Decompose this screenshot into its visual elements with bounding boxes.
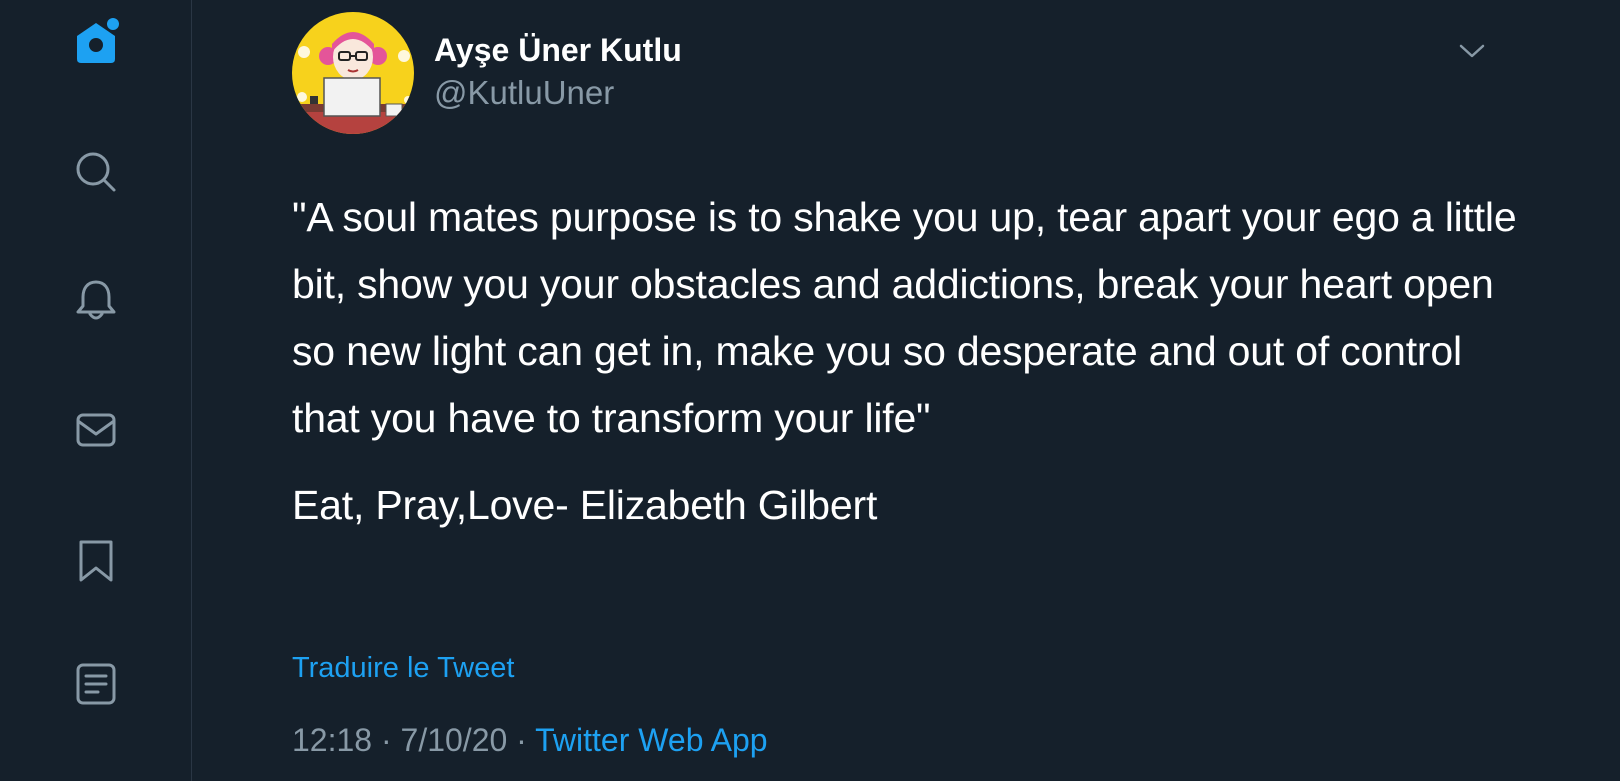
- author-display-name[interactable]: Ayşe Üner Kutlu: [434, 32, 682, 69]
- nav-explore[interactable]: [66, 142, 126, 202]
- tweet-body: "A soul mates purpose is to shake you up…: [292, 184, 1532, 539]
- tweet-metadata: 12:18 · 7/10/20 · Twitter Web App: [292, 722, 768, 759]
- tweet-time[interactable]: 12:18: [292, 722, 372, 758]
- nav-notifications[interactable]: [66, 270, 126, 330]
- notifications-bell-icon: [76, 280, 116, 320]
- messages-envelope-icon: [76, 413, 116, 447]
- bookmark-icon: [79, 540, 113, 582]
- lists-icon: [76, 663, 116, 705]
- sidebar-nav: [0, 0, 192, 781]
- tweet-source-link[interactable]: Twitter Web App: [535, 722, 767, 758]
- tweet: Ayşe Üner Kutlu @KutluUner "A soul mates…: [292, 0, 1542, 781]
- meta-separator: ·: [380, 722, 392, 758]
- tweet-quote-text: "A soul mates purpose is to shake you up…: [292, 194, 1517, 441]
- nav-bookmarks[interactable]: [66, 530, 126, 590]
- search-icon: [76, 152, 116, 192]
- author-handle[interactable]: @KutluUner: [434, 74, 614, 112]
- nav-lists[interactable]: [66, 654, 126, 714]
- app-window: Ayşe Üner Kutlu @KutluUner "A soul mates…: [0, 0, 1620, 781]
- nav-messages[interactable]: [66, 400, 126, 460]
- avatar-illustration: [292, 12, 414, 134]
- nav-home[interactable]: [66, 11, 126, 71]
- translate-tweet-link[interactable]: Traduire le Tweet: [292, 652, 514, 685]
- home-icon: [77, 18, 119, 63]
- tweet-date[interactable]: 7/10/20: [401, 722, 508, 758]
- avatar[interactable]: [292, 12, 414, 134]
- tweet-attribution: Eat, Pray,Love- Elizabeth Gilbert: [292, 482, 878, 528]
- chevron-down-icon: [1459, 44, 1485, 58]
- tweet-more-options-button[interactable]: [1452, 36, 1492, 66]
- meta-separator: ·: [516, 722, 527, 758]
